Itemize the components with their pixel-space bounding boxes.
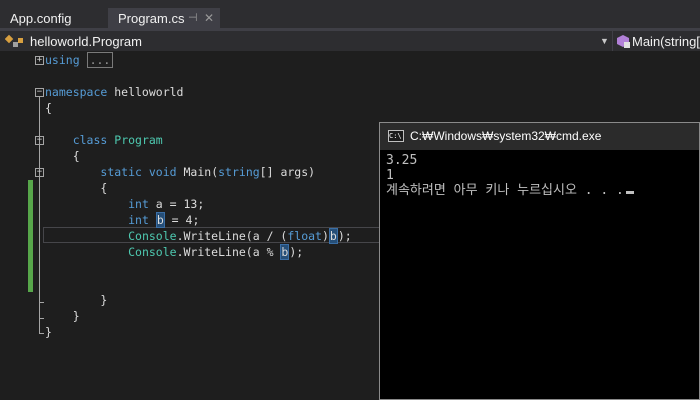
highlighted-reference: b (328, 228, 338, 244)
cmd-icon: C:\ (388, 130, 404, 142)
brace: } (100, 293, 108, 307)
console-prompt-line: 계속하려면 아무 키나 누르십시오 . . . (386, 183, 699, 198)
change-tracking-bar (28, 180, 33, 292)
member-dropdown[interactable]: Main(string[] (632, 32, 700, 51)
code-line: Console.WriteLine(a % b); (45, 244, 303, 260)
namespace-outline-end (39, 333, 44, 334)
statement: = 4; (164, 213, 200, 227)
code-line: { (45, 148, 80, 164)
member-dropdown-label: Main(string[] (632, 34, 700, 49)
type-dropdown-label: helloworld.Program (30, 34, 142, 49)
chevron-down-icon[interactable]: ▼ (600, 35, 610, 47)
console-line: 계속하려면 아무 키나 누르십시오 . . . (386, 183, 624, 198)
console-output: 3.25 1 계속하려면 아무 키나 누르십시오 . . . (386, 153, 699, 198)
parameters: [] args) (259, 165, 316, 179)
type-dropdown[interactable]: helloworld.Program (30, 32, 142, 51)
type-name: Console (128, 245, 177, 259)
pin-icon[interactable]: ⊣ (188, 8, 198, 29)
console-line: 1 (386, 168, 394, 183)
brace: { (72, 149, 80, 163)
keyword: using (45, 53, 80, 67)
type-name: Program (114, 133, 163, 147)
highlighted-reference: b (155, 212, 165, 228)
namespace-outline-line (39, 97, 40, 334)
collapse-namespace-button[interactable]: − (35, 88, 44, 97)
statement: .WriteLine(a / ( (176, 229, 288, 243)
code-line: Console.WriteLine(a / (float)b); (45, 228, 352, 244)
keyword: int (128, 213, 149, 227)
tab-label: Program.cs (118, 11, 185, 26)
code-line: } (45, 324, 52, 340)
class-outline-end (39, 318, 44, 319)
statement: .WriteLine(a % (176, 245, 281, 259)
brace: { (45, 101, 52, 115)
code-line: using ... (45, 52, 114, 68)
statement-end: ); (337, 229, 352, 243)
brace: } (45, 325, 52, 339)
code-line: } (45, 308, 80, 324)
tab-app-config[interactable]: App.config (0, 8, 105, 29)
collapse-method-button[interactable]: − (35, 168, 44, 177)
keyword: static (100, 165, 142, 179)
type-name: Console (128, 229, 177, 243)
method-name: Main( (176, 165, 219, 179)
keyword: int (128, 197, 149, 211)
console-title: C:₩Windows₩system32₩cmd.exe (410, 129, 602, 143)
namespace-name: helloworld (107, 85, 184, 99)
code-line: } (45, 292, 107, 308)
close-icon[interactable]: ✕ (204, 8, 214, 29)
navigation-bar: helloworld.Program ▼ Main(string[] (0, 30, 700, 51)
keyword: float (287, 229, 322, 243)
code-line: int a = 13; (45, 196, 204, 212)
method-outline-end (39, 302, 44, 303)
editor-margin (0, 51, 25, 400)
code-line: int b = 4; (45, 212, 199, 228)
statement-end: ); (289, 245, 304, 259)
statement: a = 13; (148, 197, 205, 211)
collapsed-region[interactable]: ... (86, 52, 114, 68)
tab-label: App.config (10, 11, 72, 26)
console-cursor (625, 191, 634, 194)
code-line: namespace helloworld (45, 84, 183, 100)
brace: { (100, 181, 108, 195)
code-line: { (45, 180, 107, 196)
collapse-class-button[interactable]: − (35, 136, 44, 145)
keyword: namespace (45, 85, 108, 99)
keyword: class (72, 133, 108, 147)
console-line: 3.25 (386, 153, 418, 168)
expand-using-button[interactable]: + (35, 56, 44, 65)
code-line: static void Main(string[] args) (45, 164, 315, 180)
keyword: string (218, 165, 260, 179)
keyword: void (148, 165, 177, 179)
paren: ) (321, 229, 329, 243)
tab-program-cs[interactable]: Program.cs ⊣ ✕ (108, 8, 220, 29)
nav-separator (612, 31, 613, 51)
brace: } (72, 309, 80, 323)
document-tab-strip: App.config Program.cs ⊣ ✕ (0, 0, 700, 30)
console-window[interactable]: C:\ C:₩Windows₩system32₩cmd.exe 3.25 1 계속하… (379, 122, 700, 400)
code-line: { (45, 100, 52, 116)
console-title-bar[interactable]: C:\ C:₩Windows₩system32₩cmd.exe (380, 123, 699, 150)
code-line: class Program (45, 132, 163, 148)
